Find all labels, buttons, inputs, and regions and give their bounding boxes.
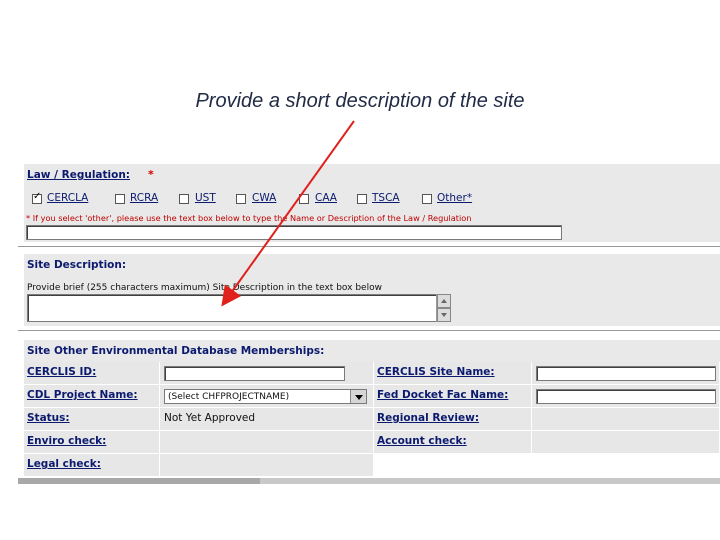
table-cell: Legal check: — [24, 454, 160, 477]
table-cell — [374, 454, 720, 477]
account-check-label: Account check: — [377, 435, 467, 447]
fed-docket-fac-name-input[interactable] — [536, 389, 716, 404]
status-label: Status: — [27, 412, 70, 424]
table-cell — [160, 431, 374, 454]
fed-docket-fac-name-label: Fed Docket Fac Name: — [377, 389, 509, 401]
checkbox-other[interactable] — [422, 194, 432, 204]
site-description-title: Site Description: — [27, 259, 127, 271]
checkbox-label-cercla[interactable]: CERCLA — [47, 192, 88, 204]
table-cell: CERCLIS ID: — [24, 362, 160, 385]
divider — [18, 246, 720, 247]
checkbox-ust[interactable] — [179, 194, 189, 204]
table-cell: Enviro check: — [24, 431, 160, 454]
cerclis-site-name-input[interactable] — [536, 366, 716, 381]
status-value: Not Yet Approved — [164, 412, 256, 424]
site-description-instructions: Provide brief (255 characters maximum) S… — [27, 283, 382, 293]
table-cell: Status: — [24, 408, 160, 431]
checkbox-tsca[interactable] — [357, 194, 367, 204]
cerclis-site-name-label: CERCLIS Site Name: — [377, 366, 495, 378]
divider — [18, 330, 720, 331]
table-cell: Regional Review: — [374, 408, 532, 431]
checkbox-caa[interactable] — [299, 194, 309, 204]
checkbox-label-tsca[interactable]: TSCA — [372, 192, 400, 204]
scroll-up-icon[interactable] — [437, 294, 451, 308]
table-cell — [532, 362, 720, 385]
horizontal-scrollbar[interactable] — [18, 478, 720, 484]
table-cell: Account check: — [374, 431, 532, 454]
table-cell: CDL Project Name: — [24, 385, 160, 408]
site-description-panel: Site Description: Provide brief (255 cha… — [24, 254, 720, 326]
table-cell: Not Yet Approved — [160, 408, 374, 431]
site-form: Law / Regulation: * CERCLA RCRA UST CWA … — [18, 160, 720, 484]
memberships-title: Site Other Environmental Database Member… — [27, 345, 325, 357]
checkbox-rcra[interactable] — [115, 194, 125, 204]
textarea-scrollbar[interactable] — [436, 294, 451, 322]
table-cell — [532, 431, 720, 454]
slide-caption: Provide a short description of the site — [195, 90, 525, 112]
checkbox-label-cwa[interactable]: CWA — [252, 192, 276, 204]
regional-review-label: Regional Review: — [377, 412, 480, 424]
checkbox-label-ust[interactable]: UST — [195, 192, 216, 204]
other-law-input[interactable] — [26, 225, 562, 240]
chevron-down-icon[interactable] — [350, 390, 366, 403]
other-law-note: * If you select 'other', please use the … — [26, 213, 472, 223]
memberships-header: Site Other Environmental Database Member… — [24, 340, 720, 362]
cdl-project-name-label: CDL Project Name: — [27, 389, 138, 401]
table-cell: CERCLIS Site Name: — [374, 362, 532, 385]
scrollbar-thumb[interactable] — [18, 478, 260, 484]
table-cell — [160, 362, 374, 385]
checkbox-cwa[interactable] — [236, 194, 246, 204]
checkbox-label-rcra[interactable]: RCRA — [130, 192, 158, 204]
cdl-project-select[interactable]: (Select CHFPROJECTNAME) — [164, 389, 367, 404]
law-regulation-title: Law / Regulation: — [27, 169, 131, 181]
table-cell — [532, 385, 720, 408]
enviro-check-label: Enviro check: — [27, 435, 107, 447]
table-cell: (Select CHFPROJECTNAME) — [160, 385, 374, 408]
checkbox-label-caa[interactable]: CAA — [315, 192, 337, 204]
table-cell — [532, 408, 720, 431]
table-cell — [160, 454, 374, 477]
scroll-down-icon[interactable] — [437, 308, 451, 322]
cdl-project-select-value: (Select CHFPROJECTNAME) — [168, 392, 290, 402]
law-regulation-panel: Law / Regulation: * CERCLA RCRA UST CWA … — [24, 164, 720, 242]
legal-check-label: Legal check: — [27, 458, 101, 470]
required-mark: * — [148, 168, 154, 181]
checkbox-cercla[interactable] — [32, 191, 42, 204]
site-description-textarea[interactable] — [27, 294, 438, 322]
cerclis-id-label: CERCLIS ID: — [27, 366, 97, 378]
table-cell: Fed Docket Fac Name: — [374, 385, 532, 408]
checkbox-label-other[interactable]: Other* — [437, 192, 472, 204]
cerclis-id-input[interactable] — [164, 366, 345, 381]
